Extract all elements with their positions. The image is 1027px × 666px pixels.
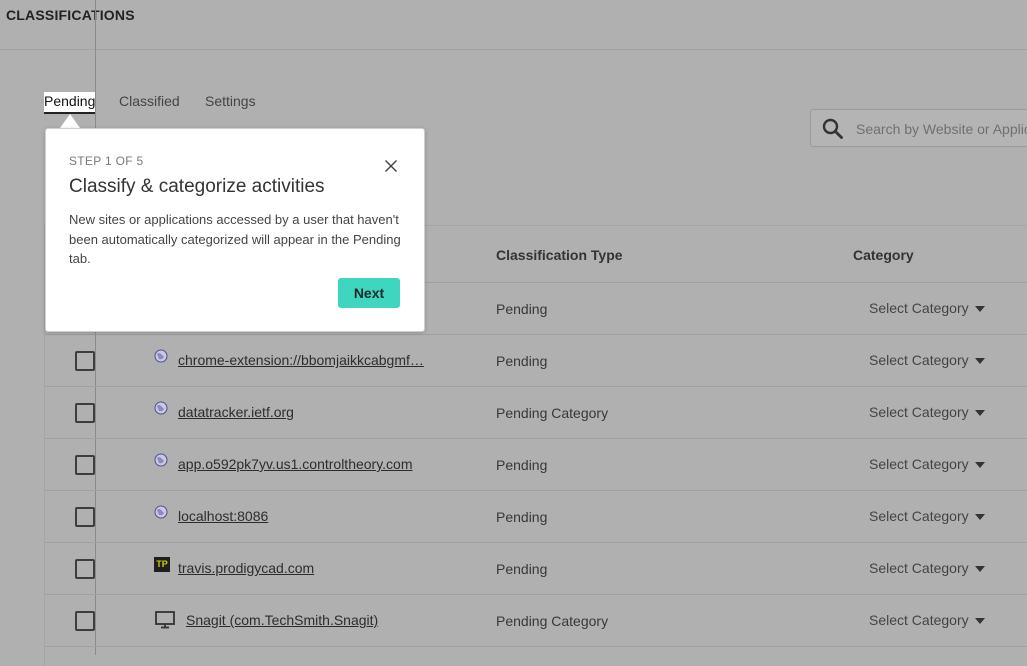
classification-type: Pending (496, 509, 548, 525)
caret-down-icon (974, 462, 985, 469)
category-select-label: Select Category (869, 560, 969, 576)
category-select[interactable]: Select Category (869, 352, 985, 368)
tab-settings[interactable]: Settings (205, 93, 256, 109)
column-header-classification-type[interactable]: Classification Type (496, 247, 623, 263)
site-link[interactable]: app.o592pk7yv.us1.controltheory.com (178, 456, 413, 472)
next-button[interactable]: Next (338, 278, 400, 308)
search-icon (822, 118, 843, 139)
row-checkbox[interactable] (75, 507, 95, 527)
category-select-label: Select Category (869, 404, 969, 420)
row-checkbox[interactable] (75, 559, 95, 579)
table-row: localhost:8086 Pending Select Category (45, 491, 1027, 543)
app-link[interactable]: Snagit (com.TechSmith.Snagit) (186, 612, 378, 628)
category-select[interactable]: Select Category (869, 612, 985, 628)
tab-classified[interactable]: Classified (119, 93, 180, 109)
search-input[interactable] (854, 118, 1027, 140)
popover-title: Classify & categorize activities (69, 176, 325, 197)
category-select-label: Select Category (869, 508, 969, 524)
caret-down-icon (974, 514, 985, 521)
globe-icon (154, 453, 168, 467)
globe-icon (154, 349, 168, 363)
step-indicator: STEP 1 OF 5 (69, 154, 144, 168)
category-select[interactable]: Select Category (869, 560, 985, 576)
tp-favicon-icon: TP (154, 557, 170, 572)
site-link[interactable]: localhost:8086 (178, 508, 268, 524)
site-link[interactable]: datatracker.ietf.org (178, 404, 294, 420)
site-link[interactable]: travis.prodigycad.com (178, 560, 314, 576)
row-checkbox[interactable] (75, 455, 95, 475)
popover-arrow (60, 114, 80, 128)
row-checkbox[interactable] (75, 403, 95, 423)
page-title: CLASSIFICATIONS (6, 7, 135, 23)
classification-type: Pending Category (496, 613, 609, 629)
search-box[interactable] (810, 109, 1027, 147)
category-select[interactable]: Select Category (869, 456, 985, 472)
row-checkbox[interactable] (75, 611, 95, 631)
caret-down-icon (974, 306, 985, 313)
caret-down-icon (974, 358, 985, 365)
classification-type: Pending Category (496, 405, 609, 421)
category-select[interactable]: Select Category (869, 508, 985, 524)
site-link[interactable]: chrome-extension://bbomjaikkcabgmf… (178, 352, 424, 368)
caret-down-icon (974, 618, 985, 625)
category-select[interactable]: Select Category (869, 404, 985, 420)
globe-icon (154, 505, 168, 519)
category-select-label: Select Category (869, 456, 969, 472)
classification-type: Pending (496, 353, 548, 369)
classification-type: Pending (496, 561, 548, 577)
globe-icon (154, 401, 168, 415)
classification-type: Pending (496, 301, 548, 317)
top-bar: CLASSIFICATIONS (0, 0, 1027, 50)
category-select-label: Select Category (869, 352, 969, 368)
table-row: Snagit (com.TechSmith.Snagit) Pending Ca… (45, 595, 1027, 647)
caret-down-icon (974, 410, 985, 417)
category-select[interactable]: Select Category (869, 300, 985, 316)
table-row: app.o592pk7yv.us1.controltheory.com Pend… (45, 439, 1027, 491)
caret-down-icon (974, 566, 985, 573)
category-select-label: Select Category (869, 300, 969, 316)
column-header-category[interactable]: Category (853, 247, 914, 263)
classification-type: Pending (496, 457, 548, 473)
table-row: chrome-extension://bbomjaikkcabgmf… Pend… (45, 335, 1027, 387)
popover-body: New sites or applications accessed by a … (69, 212, 401, 266)
row-checkbox[interactable] (75, 351, 95, 371)
table-row: TP travis.prodigycad.com Pending Select … (45, 543, 1027, 595)
monitor-icon (155, 611, 175, 629)
onboarding-popover: STEP 1 OF 5 Classify & categorize activi… (45, 128, 425, 332)
table-row: datatracker.ietf.org Pending Category Se… (45, 387, 1027, 439)
category-select-label: Select Category (869, 612, 969, 628)
close-icon[interactable] (384, 159, 398, 173)
tab-pending[interactable]: Pending (44, 92, 96, 114)
